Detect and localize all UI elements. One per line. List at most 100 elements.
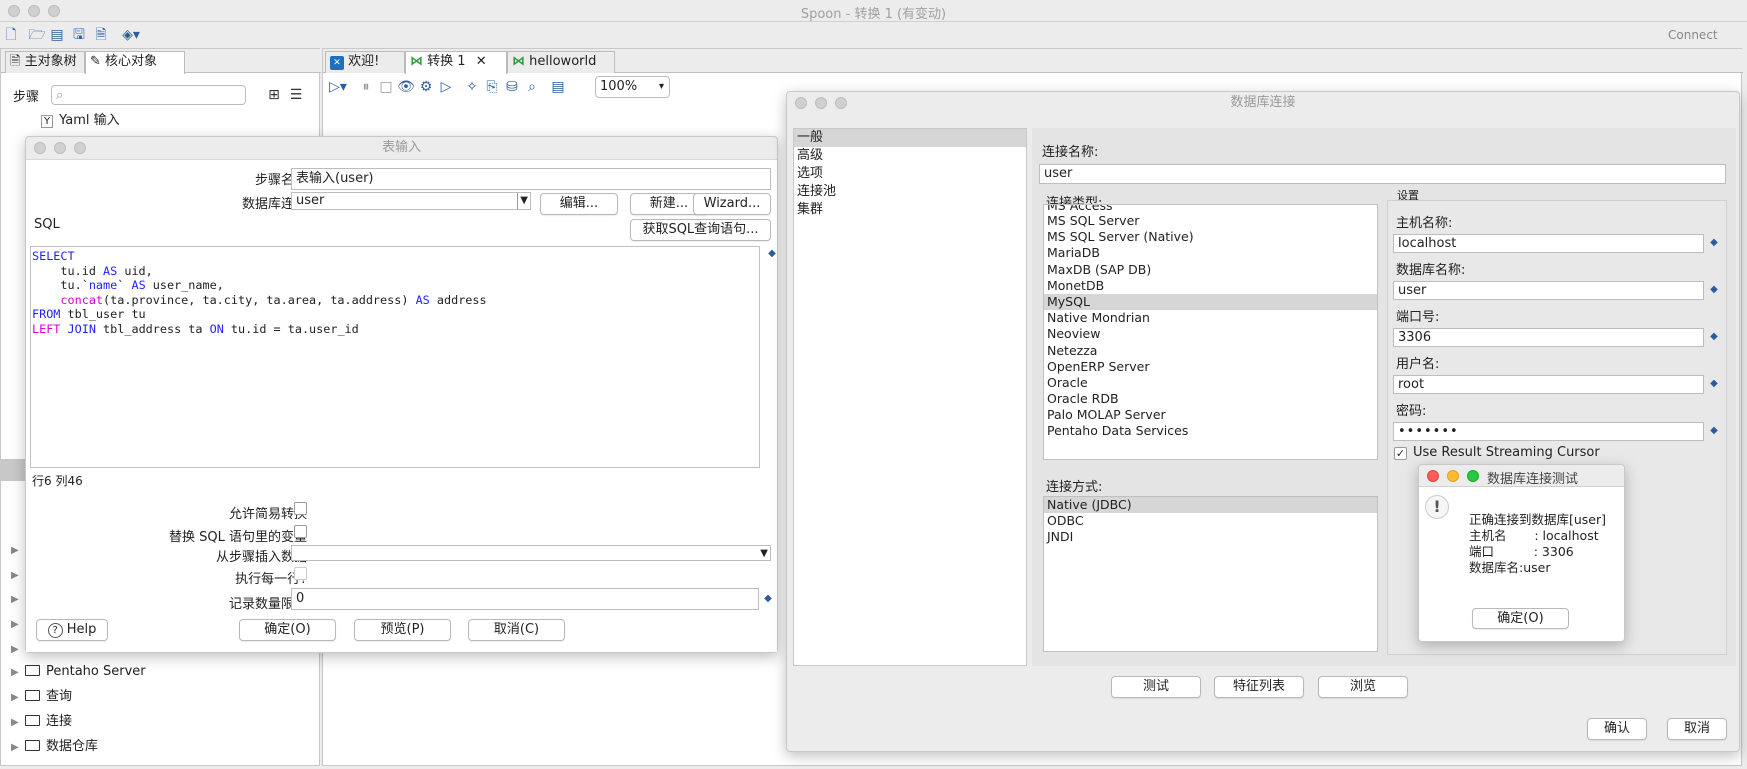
conn-type-item[interactable]: MS SQL Server	[1044, 213, 1377, 229]
welcome-icon: ✕	[330, 56, 344, 70]
sql-icon[interactable]: ⛁	[503, 78, 521, 96]
tab-welcome[interactable]: ✕ 欢迎!	[325, 51, 405, 73]
tab-core-objects-label: 核心对象	[105, 54, 158, 69]
ok-button[interactable]: 确定(O)	[239, 619, 336, 641]
conn-type-list[interactable]: MS Access MS SQL Server MS SQL Server (N…	[1043, 204, 1378, 460]
wizard-button[interactable]: Wizard...	[693, 193, 771, 215]
browse-button[interactable]: 浏览	[1318, 676, 1408, 698]
new-file-icon[interactable]: 🗋	[2, 26, 20, 44]
ok-button[interactable]: 确定(O)	[1472, 608, 1569, 629]
confirm-button[interactable]: 确认	[1587, 718, 1647, 740]
tree-folder-query[interactable]: ▶ 查询	[11, 687, 72, 707]
dbname-field[interactable]: user	[1393, 281, 1704, 300]
search-input[interactable]: ⌕	[51, 85, 246, 105]
sql-code: SELECT tu.id AS uid, tu.`name` AS user_n…	[32, 249, 758, 336]
tab-main-tree[interactable]: 🗎 主对象树	[5, 51, 85, 73]
message-line: 端口 : 3306	[1469, 544, 1574, 559]
conn-type-item[interactable]: MS Access	[1044, 205, 1377, 213]
explore-db-icon[interactable]: ⌕	[523, 78, 541, 96]
impact-icon[interactable]: ⎘	[483, 78, 501, 96]
access-type-item[interactable]: ODBC	[1044, 513, 1377, 529]
conn-type-item-selected[interactable]: MySQL	[1044, 293, 1377, 311]
access-type-item-selected[interactable]: Native (JDBC)	[1044, 497, 1377, 514]
access-type-list[interactable]: Native (JDBC) ODBC JNDI	[1043, 496, 1378, 652]
lazy-conversion-checkbox[interactable]	[294, 502, 307, 515]
conn-type-item[interactable]: MS SQL Server (Native)	[1044, 229, 1377, 245]
window-controls[interactable]	[1427, 470, 1479, 482]
conn-type-item[interactable]: Oracle	[1044, 375, 1377, 391]
conn-type-item[interactable]: MaxDB (SAP DB)	[1044, 262, 1377, 278]
db-general-panel: 连接名称: user 连接类型: MS Access MS SQL Server…	[1032, 128, 1736, 666]
pause-icon[interactable]: ⏸	[357, 78, 375, 96]
zoom-select[interactable]: 100% ▾	[595, 76, 670, 98]
tree-folder-pentaho-server[interactable]: ▶ Pentaho Server	[11, 662, 146, 682]
show-results-icon[interactable]: ▤	[549, 78, 567, 96]
conn-type-item[interactable]: Netezza	[1044, 343, 1377, 359]
limit-field[interactable]: 0	[291, 588, 759, 610]
help-icon: ?	[47, 623, 63, 638]
nav-options[interactable]: 选项	[794, 165, 1026, 183]
cancel-button[interactable]: 取消	[1667, 718, 1727, 740]
replace-vars-checkbox[interactable]	[294, 525, 307, 538]
nav-advanced[interactable]: 高级	[794, 147, 1026, 165]
verify-icon[interactable]: ✧	[463, 78, 481, 96]
help-button[interactable]: ? Help	[36, 619, 108, 641]
conn-type-item[interactable]: Palo MOLAP Server	[1044, 407, 1377, 423]
host-field[interactable]: localhost	[1393, 234, 1704, 253]
sql-line-1: SELECT	[32, 249, 75, 263]
conn-type-item[interactable]: OpenERP Server	[1044, 359, 1377, 375]
tab-core-objects[interactable]: ✎ 核心对象	[85, 51, 185, 74]
get-sql-button[interactable]: 获取SQL查询语句...	[630, 219, 771, 241]
step-name-field[interactable]: 表输入(user)	[291, 168, 771, 190]
conn-type-item[interactable]: Pentaho Data Services	[1044, 423, 1377, 439]
tab-transform-1[interactable]: ⋈ 转换 1 ✕	[405, 51, 507, 74]
save-as-icon[interactable]: 🗎	[92, 26, 110, 44]
features-button[interactable]: 特征列表	[1214, 676, 1304, 698]
stop-icon[interactable]: □	[377, 78, 395, 96]
edit-button[interactable]: 编辑...	[540, 193, 618, 215]
nav-pooling[interactable]: 连接池	[794, 183, 1026, 201]
sql-line-2: tu.id AS uid,	[32, 263, 153, 278]
tree-item-yaml-input[interactable]: Y Yaml 输入	[41, 111, 120, 131]
connect-link[interactable]: Connect	[1668, 28, 1718, 42]
replay-icon[interactable]: ▷	[437, 78, 455, 96]
conn-type-item[interactable]: Neoview	[1044, 326, 1377, 342]
nav-general[interactable]: 一般	[794, 129, 1026, 147]
layers-icon[interactable]: ◈▾	[122, 26, 140, 44]
sql-editor[interactable]: SELECT tu.id AS uid, tu.`name` AS user_n…	[30, 246, 760, 468]
conn-type-item[interactable]: Native Mondrian	[1044, 310, 1377, 326]
tab-label: helloworld	[529, 54, 597, 69]
password-field[interactable]: •••••••	[1393, 422, 1704, 441]
window-controls[interactable]	[795, 97, 847, 109]
open-folder-icon[interactable]: 🗁	[28, 26, 46, 44]
nav-cluster[interactable]: 集群	[794, 201, 1026, 219]
conn-type-item[interactable]: Oracle RDB	[1044, 391, 1377, 407]
save-icon[interactable]: 🖫	[70, 26, 88, 44]
close-icon[interactable]: ✕	[476, 54, 487, 69]
explore-icon[interactable]: ▤	[48, 26, 66, 44]
exec-each-row-checkbox[interactable]	[294, 567, 307, 580]
collapse-all-icon[interactable]: ⊞	[265, 86, 283, 104]
run-icon[interactable]: ▷▾	[329, 78, 347, 96]
db-conn-select[interactable]: user ▼	[291, 192, 531, 210]
conn-name-field[interactable]: user	[1039, 164, 1726, 184]
expand-all-icon[interactable]: ☰	[287, 86, 305, 104]
user-field[interactable]: root	[1393, 375, 1704, 394]
insert-from-step-select[interactable]: ▼	[291, 545, 771, 561]
tree-folder-connection[interactable]: ▶ 连接	[11, 712, 72, 732]
streaming-checkbox[interactable]: ✓	[1394, 447, 1407, 460]
sql-line-3: tu.`name` AS user_name,	[32, 278, 224, 292]
tree-folder-warehouse[interactable]: ▶ 数据仓库	[11, 737, 98, 757]
access-type-item[interactable]: JNDI	[1044, 529, 1377, 545]
debug-icon[interactable]: ⚙	[417, 78, 435, 96]
port-field[interactable]: 3306	[1393, 328, 1704, 347]
tab-helloworld[interactable]: ⋈ helloworld	[507, 51, 615, 73]
preview-button[interactable]: 预览(P)	[354, 619, 451, 641]
conn-type-item[interactable]: MariaDB	[1044, 245, 1377, 261]
preview-icon[interactable]: 👁	[397, 78, 415, 96]
cancel-button[interactable]: 取消(C)	[468, 619, 565, 641]
test-button[interactable]: 测试	[1111, 676, 1201, 698]
window-controls[interactable]	[34, 142, 86, 154]
conn-type-item[interactable]: MonetDB	[1044, 278, 1377, 294]
folder-icon	[25, 665, 40, 676]
